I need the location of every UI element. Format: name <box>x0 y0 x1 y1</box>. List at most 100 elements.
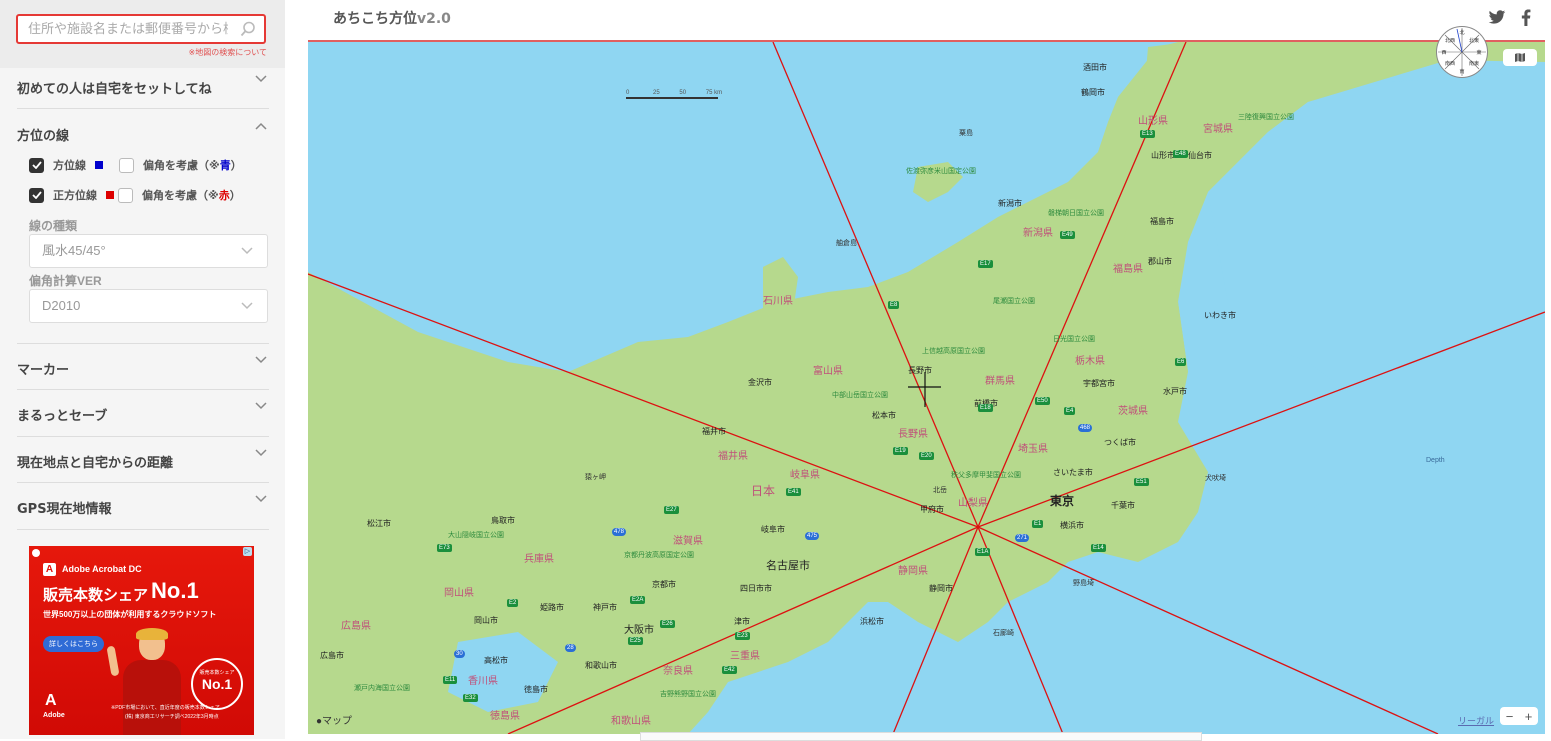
map-highway-shield: E26 <box>660 620 675 628</box>
map-city-label: 松本市 <box>872 411 896 420</box>
map-highway-shield: E42 <box>722 666 737 674</box>
scale-tick: 25 <box>653 90 660 96</box>
line-type-value: 風水45/45° <box>42 243 106 258</box>
ad-cta-button[interactable]: 詳しくはこちら <box>43 636 104 652</box>
map-city-label: 鳥取市 <box>491 516 515 525</box>
ad-brand: Adobe Acrobat DC <box>62 564 142 574</box>
map-city-label: 神戸市 <box>593 603 617 612</box>
map-highway-shield: E41 <box>786 488 801 496</box>
map-pref-label: 埼玉県 <box>1018 444 1048 455</box>
section-save[interactable]: まるっとセーブ <box>17 400 269 437</box>
map-city-label: 津市 <box>734 617 750 626</box>
map-city-label: 四日市市 <box>740 584 772 593</box>
section-first-time-title: 初めての人は自宅をセットしてね <box>17 82 212 97</box>
true-direction-line-note-open: （※ <box>197 190 219 202</box>
map-highway-shield: E48 <box>1173 150 1188 158</box>
map-pref-label: 三重県 <box>730 651 760 662</box>
map-highway-shield: E2A <box>630 596 646 604</box>
map-misc-label: 舳倉島 <box>836 240 857 247</box>
chevron-down-icon <box>255 495 267 503</box>
map-city-label: 徳島市 <box>524 685 548 694</box>
section-distance[interactable]: 現在地点と自宅からの距離 <box>17 447 269 483</box>
bottom-ad-strip[interactable] <box>640 732 1202 741</box>
app-version: v2.0 <box>417 11 451 27</box>
search-help-link[interactable]: ※地図の検索について <box>189 47 267 58</box>
map-pref-label: 香川県 <box>468 676 498 687</box>
map-highway-shield: E1A <box>975 548 991 556</box>
map-highway-shield: E49 <box>1060 231 1075 239</box>
map-pref-label: 徳島県 <box>490 711 520 722</box>
zoom-in-button[interactable]: + <box>1525 709 1533 724</box>
facebook-icon[interactable] <box>1521 9 1531 31</box>
map-park-label: 磐梯朝日国立公園 <box>1048 210 1104 217</box>
legal-link[interactable]: リーガル <box>1458 714 1494 727</box>
section-gps[interactable]: GPS現在地情報 <box>17 493 269 530</box>
map-city-label: 郡山市 <box>1148 257 1172 266</box>
twitter-icon[interactable] <box>1488 10 1506 30</box>
map-city-label: 名古屋市 <box>766 560 810 572</box>
true-direction-line-checkbox[interactable] <box>29 187 44 203</box>
map-city-label: 酒田市 <box>1083 63 1107 72</box>
map-highway-shield: E11 <box>443 676 458 684</box>
ad-headline-big: No.1 <box>151 578 199 603</box>
map-layer-button[interactable] <box>1503 49 1537 66</box>
map-highway-shield: E23 <box>735 632 750 640</box>
map-highway-shield: E6 <box>1175 358 1187 366</box>
advertisement[interactable]: ▷ A Adobe Acrobat DC 販売本数シェア No.1 世界500万… <box>29 546 254 735</box>
map-park-label: 中部山岳国立公園 <box>832 392 888 399</box>
compass-e: 東 <box>1476 49 1481 56</box>
map-highway-shield: 468 <box>1078 424 1093 432</box>
map-country-label: 日本 <box>751 484 776 498</box>
app-title: あちこち方位v2.0 <box>333 8 451 28</box>
map-pref-label: 富山県 <box>813 366 843 377</box>
true-direction-line-color-swatch <box>106 191 114 199</box>
map-city-label: 松江市 <box>367 519 391 528</box>
declination-version-select[interactable]: D2010 <box>29 289 268 323</box>
map-scale-bar: 0 25 50 75 km <box>626 90 722 99</box>
chevron-down-icon <box>255 75 267 83</box>
true-direction-line-declination-checkbox[interactable] <box>118 187 133 203</box>
map-pref-label: 静岡県 <box>898 566 928 577</box>
direction-line-note-close: ） <box>230 160 242 172</box>
direction-line-declination-label: 偏角を考慮 <box>143 160 198 172</box>
map-city-label: 金沢市 <box>748 378 772 387</box>
direction-line-checkbox[interactable] <box>29 157 44 173</box>
section-first-time[interactable]: 初めての人は自宅をセットしてね <box>17 73 269 109</box>
map-highway-shield: E32 <box>463 694 478 702</box>
map-highway-shield: 28 <box>565 644 576 652</box>
compass-icon[interactable]: 北 北東 東 南東 南 南西 西 北西 <box>1436 26 1488 78</box>
line-type-select[interactable]: 風水45/45° <box>29 234 268 268</box>
search-icon[interactable] <box>240 21 256 42</box>
map-highway-shield: E19 <box>893 447 908 455</box>
search-input[interactable] <box>18 16 228 42</box>
map-pref-label: 広島県 <box>341 621 371 632</box>
map-city-label: 京都市 <box>652 580 676 589</box>
chevron-down-icon <box>255 449 267 457</box>
section-marker[interactable]: マーカー <box>17 354 269 390</box>
declination-version-label: 偏角計算VER <box>29 274 102 288</box>
zoom-out-button[interactable]: − <box>1506 709 1514 724</box>
map-city-label: さいたま市 <box>1053 468 1093 477</box>
map-canvas <box>308 42 1545 734</box>
section-gps-title: GPS現在地情報 <box>17 502 112 517</box>
search-box[interactable] <box>16 14 266 44</box>
chevron-up-icon[interactable] <box>255 122 267 130</box>
map-highway-shield: E8 <box>888 301 900 309</box>
map-highway-shield: E17 <box>978 260 993 268</box>
map-park-label: 尾瀬国立公園 <box>993 298 1035 305</box>
chevron-down-icon <box>255 402 267 410</box>
map[interactable]: 山形県 宮城県 新潟県 福島県 石川県 富山県 群馬県 栃木県 茨城県 長野県 … <box>308 40 1545 734</box>
adobe-logo-text: Adobe <box>43 712 65 719</box>
compass-ne: 北東 <box>1469 37 1479 44</box>
app-title-text: あちこち方位 <box>333 11 417 27</box>
ad-privacy-icon[interactable] <box>32 549 40 557</box>
map-misc-label: 粟島 <box>959 130 973 137</box>
ad-headline: 販売本数シェア <box>43 587 149 604</box>
direction-line-declination-checkbox[interactable] <box>119 157 134 173</box>
compass-sw: 南西 <box>1445 60 1455 67</box>
line-type-label: 線の種類 <box>29 219 78 233</box>
map-park-label: 京都丹波高原国定公園 <box>624 552 694 559</box>
map-city-label: 姫路市 <box>540 603 564 612</box>
ad-info-icon[interactable]: ▷ <box>243 547 252 556</box>
map-highway-shield: E50 <box>1035 397 1050 405</box>
